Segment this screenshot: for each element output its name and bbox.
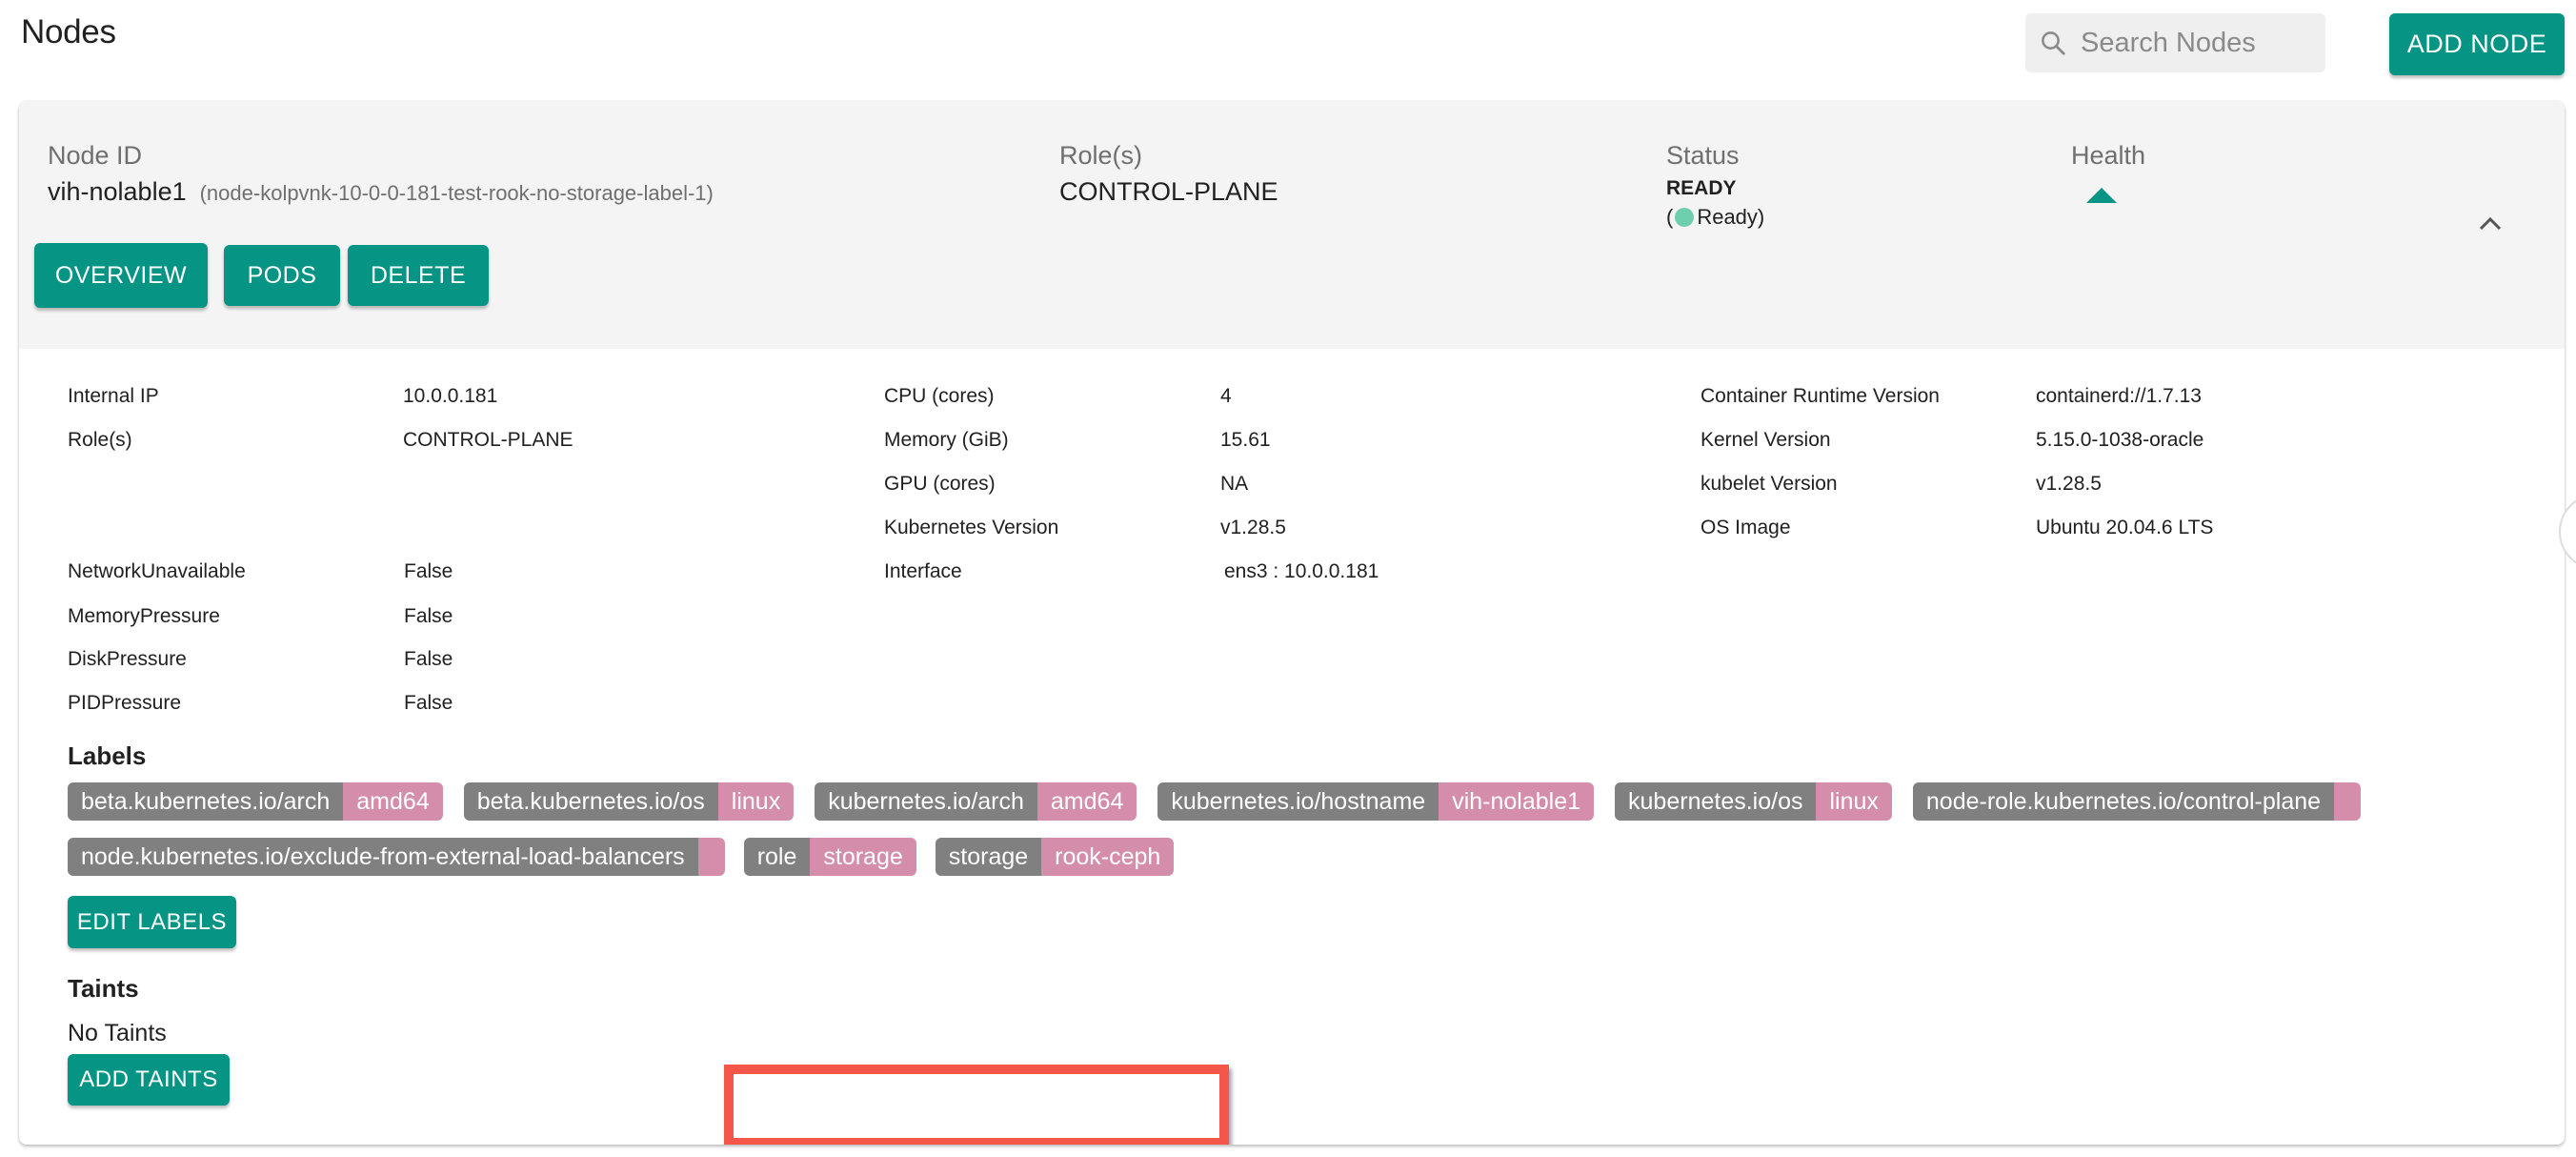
delete-button[interactable]: DELETE [348, 245, 489, 306]
search-icon [2042, 31, 2065, 55]
detail-value: CONTROL-PLANE [403, 429, 574, 451]
detail-label: Internal IP [68, 385, 159, 407]
pods-button[interactable]: PODS [224, 245, 340, 306]
label-key: beta.kubernetes.io/arch [68, 782, 344, 821]
labels-row-1: beta.kubernetes.io/arch amd64 beta.kuber… [68, 782, 2362, 821]
detail-value: False [404, 692, 453, 714]
detail-label: Role(s) [68, 429, 132, 451]
node-id: vih-nolable1 [48, 177, 187, 206]
label-chip: node.kubernetes.io/exclude-from-external… [68, 838, 725, 876]
detail-value: 4 [1220, 385, 1232, 407]
detail-label: PIDPressure [68, 692, 182, 714]
detail-value: NA [1220, 473, 1249, 495]
node-id-label: Node ID [48, 141, 143, 170]
detail-value: v1.28.5 [1220, 517, 1286, 538]
overview-button[interactable]: OVERVIEW [34, 243, 208, 308]
status-label: Status [1666, 141, 1740, 170]
label-chip-highlighted: storage rook-ceph [935, 838, 1175, 876]
label-value: rook-ceph [1041, 838, 1175, 876]
label-value [2334, 782, 2362, 821]
label-chip: beta.kubernetes.io/arch amd64 [68, 782, 443, 821]
status-detail-open: ( [1666, 205, 1674, 229]
label-chip: node-role.kubernetes.io/control-plane [1912, 782, 2362, 821]
label-value [697, 838, 725, 876]
node-card: Node ID vih-nolable1 (node-kolpvnk-10-0-0… [19, 101, 2565, 1145]
search-box[interactable] [2025, 13, 2325, 72]
label-chip-highlighted: role storage [743, 838, 916, 876]
detail-label: CPU (cores) [884, 385, 995, 407]
labels-row-2: node.kubernetes.io/exclude-from-external… [68, 838, 1175, 876]
label-chip: kubernetes.io/os linux [1615, 782, 1892, 821]
detail-value: ens3 : 10.0.0.181 [1224, 560, 1379, 582]
highlight-annotation-box [724, 1065, 1229, 1145]
detail-value: Ubuntu 20.04.6 LTS [2036, 517, 2214, 538]
detail-value: 5.15.0-1038-oracle [2036, 429, 2204, 451]
detail-value: False [404, 605, 453, 627]
detail-value: containerd://1.7.13 [2036, 385, 2202, 407]
detail-label: MemoryPressure [68, 605, 220, 627]
add-node-button[interactable]: ADD NODE [2389, 13, 2565, 75]
detail-label: DiskPressure [68, 648, 187, 670]
detail-label: Interface [884, 560, 962, 582]
detail-label: kubelet Version [1701, 473, 1838, 495]
label-chip: kubernetes.io/arch amd64 [815, 782, 1137, 821]
detail-label: OS Image [1701, 517, 1791, 538]
label-key: kubernetes.io/hostname [1157, 782, 1439, 821]
label-key: storage [935, 838, 1042, 876]
node-full-name: (node-kolpvnk-10-0-0-181-test-rook-no-st… [199, 181, 714, 205]
detail-label: Container Runtime Version [1701, 385, 1940, 407]
add-taints-button[interactable]: ADD TAINTS [68, 1054, 230, 1106]
detail-value: False [404, 560, 453, 582]
page-title: Nodes [21, 13, 116, 51]
search-input[interactable] [2081, 27, 2319, 59]
label-key: kubernetes.io/arch [815, 782, 1037, 821]
detail-label: Kubernetes Version [884, 517, 1059, 538]
status-detail-text: Ready) [1697, 205, 1765, 229]
label-value: amd64 [1036, 782, 1137, 821]
detail-value: 15.61 [1220, 429, 1271, 451]
detail-label: NetworkUnavailable [68, 560, 246, 582]
labels-title: Labels [68, 741, 147, 770]
no-taints-text: No Taints [68, 1020, 167, 1046]
node-id-value: vih-nolable1 (node-kolpvnk-10-0-0-181-tes… [48, 177, 714, 207]
triangle-up-icon [2086, 188, 2117, 203]
roles-value: CONTROL-PLANE [1059, 177, 1278, 206]
edit-labels-button[interactable]: EDIT LABELS [68, 896, 236, 948]
taints-title: Taints [68, 974, 139, 1003]
detail-label: Memory (GiB) [884, 429, 1009, 451]
status-detail: ( Ready) [1666, 205, 1764, 230]
label-value: amd64 [343, 782, 443, 821]
label-value: linux [1816, 782, 1892, 821]
detail-label: Kernel Version [1701, 429, 1831, 451]
detail-value: v1.28.5 [2036, 473, 2102, 495]
label-value: linux [717, 782, 795, 821]
label-key: node-role.kubernetes.io/control-plane [1912, 782, 2335, 821]
detail-label: GPU (cores) [884, 473, 996, 495]
status-dot-icon [1675, 208, 1695, 227]
label-key: beta.kubernetes.io/os [463, 782, 718, 821]
label-value: vih-nolable1 [1439, 782, 1595, 821]
detail-value: 10.0.0.181 [403, 385, 498, 407]
health-label: Health [2071, 141, 2146, 170]
node-card-header[interactable]: Node ID vih-nolable1 (node-kolpvnk-10-0-0… [19, 101, 2565, 349]
label-key: role [743, 838, 811, 876]
label-key: node.kubernetes.io/exclude-from-external… [68, 838, 698, 876]
label-value: storage [810, 838, 916, 876]
label-chip: beta.kubernetes.io/os linux [463, 782, 795, 821]
chevron-up-icon[interactable] [2477, 213, 2504, 233]
status-badge: READY [1666, 177, 1737, 199]
label-chip: kubernetes.io/hostname vih-nolable1 [1157, 782, 1595, 821]
roles-label: Role(s) [1059, 141, 1143, 170]
label-key: kubernetes.io/os [1615, 782, 1817, 821]
detail-value: False [404, 648, 453, 670]
